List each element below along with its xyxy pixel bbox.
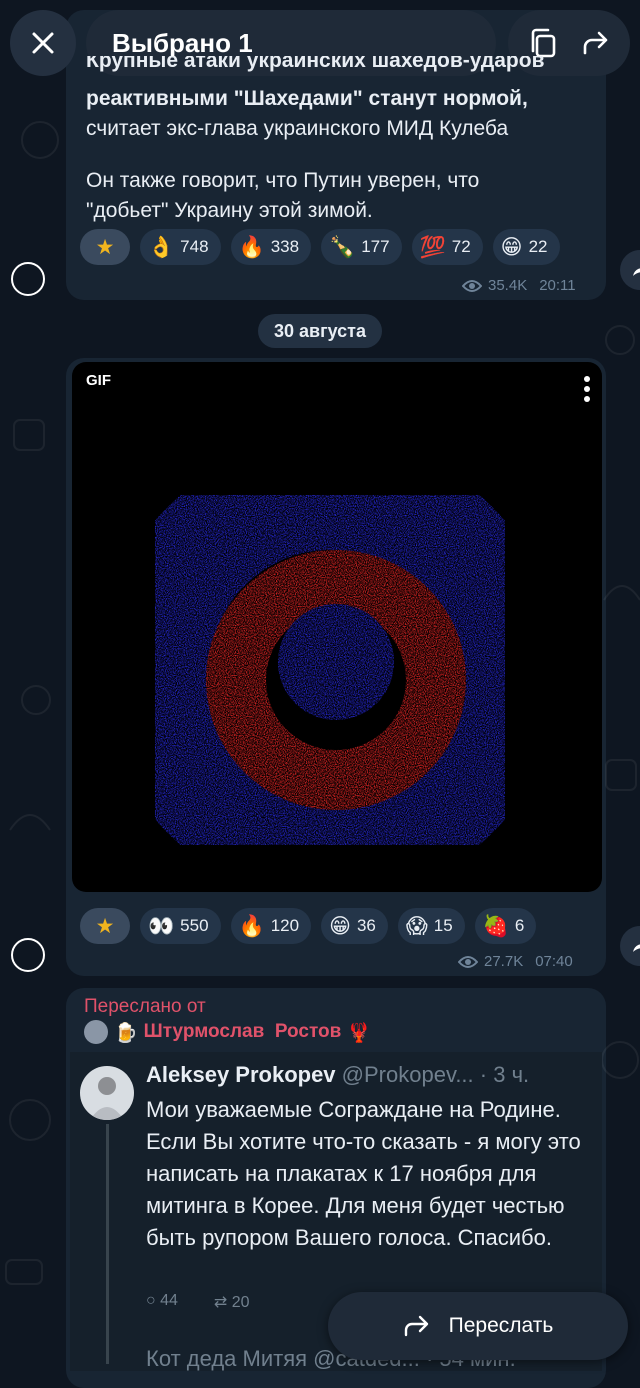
forwarded-source-name: Штурмослав Ростов (143, 1021, 342, 1042)
source-avatar (84, 1020, 108, 1044)
star-icon: ★ (95, 914, 115, 938)
reaction-chip[interactable]: 🍓 6 (474, 908, 537, 944)
forward-arrow-icon[interactable] (581, 29, 611, 57)
thread-line (106, 1124, 109, 1364)
reaction-count: 177 (361, 237, 390, 256)
close-icon (32, 32, 54, 54)
forwarded-source[interactable]: 🍺 Штурмослав Ростов 🦞 (84, 1020, 371, 1044)
post-time: 20:11 (539, 277, 576, 294)
tweet-text: Мои уважаемые Сограждане на Родине. Если… (146, 1097, 581, 1250)
reaction-count: 36 (356, 916, 376, 935)
grin-icon: 😁 (329, 914, 351, 938)
inner-blue-disc (278, 604, 394, 720)
eye-icon (458, 955, 478, 968)
reaction-chip[interactable]: 😱 15 (397, 908, 465, 944)
reaction-count: 72 (451, 237, 471, 256)
tweet-header: Aleksey Prokopev @Prokopev... · 3 ч. (146, 1062, 529, 1088)
fire-icon: 🔥 (238, 234, 265, 259)
champagne-icon: 🍾 (329, 234, 356, 259)
post-time: 07:40 (535, 953, 573, 970)
post1-text-line5: "добьет" Украину этой зимой. (86, 199, 373, 222)
forward-button-label: Переслать (448, 1314, 554, 1337)
tweet-handle: @Prokopev... (341, 1062, 474, 1087)
forwarded-label: Переслано от (84, 996, 206, 1017)
post1-text-line3: считает экс-глава украинского МИД Кулеба (86, 117, 509, 140)
reaction-chip[interactable]: 😁 22 (492, 229, 560, 265)
selected-count-label: Выбрано 1 (112, 27, 253, 58)
gif-label: GIF (86, 372, 111, 389)
copy-icon[interactable] (528, 27, 558, 59)
reaction-count: 6 (514, 916, 525, 935)
reaction-count: 15 (433, 916, 453, 935)
paid-star-reaction[interactable]: ★ (80, 908, 130, 944)
post2-meta: 27.7K 07:40 (458, 953, 573, 970)
share-arrow-icon (633, 268, 640, 276)
tweet-author-name: Aleksey Prokopev (146, 1062, 336, 1087)
select-message-circle[interactable] (11, 262, 45, 296)
reaction-chip[interactable]: 😁 36 (321, 908, 388, 944)
reply-stat: ○ 44 (146, 1292, 178, 1309)
reaction-chip[interactable]: 💯 72 (411, 229, 483, 265)
reaction-count: 120 (270, 916, 300, 935)
fire-icon: 🔥 (238, 913, 265, 938)
tweet-stats: ○ 44 ⇄ 20 (146, 1292, 250, 1312)
date-separator: 30 августа (258, 314, 382, 348)
ok-hand-icon: 👌 (148, 234, 175, 259)
grin-icon: 😁 (500, 235, 523, 259)
post1-reactions: ★ 👌 748 🔥 338 🍾 177 💯 72 😁 22 (80, 229, 560, 265)
reaction-count: 338 (270, 237, 300, 256)
reaction-chip[interactable]: 🍾 177 (321, 229, 402, 265)
forward-button[interactable]: Переслать (328, 1292, 628, 1360)
gif-target-image (100, 440, 560, 892)
eye-icon (462, 279, 482, 292)
share-arrow-icon (633, 944, 640, 952)
post1-text-cut: Крупные атаки украинских шахедов-ударов (86, 56, 545, 72)
lobster-icon: 🦞 (347, 1021, 371, 1044)
close-selection-button[interactable] (10, 10, 76, 76)
gif-media[interactable]: GIF (72, 362, 602, 892)
share-button[interactable] (620, 250, 640, 290)
tweet-author-avatar (80, 1066, 134, 1120)
post2-reactions: ★ 👀 550 🔥 120 😁 36 😱 15 🍓 6 (80, 908, 537, 944)
hundred-icon: 💯 (419, 234, 446, 259)
paid-star-reaction[interactable]: ★ (80, 229, 130, 265)
scream-icon: 😱 (405, 914, 428, 938)
reaction-count: 22 (528, 237, 548, 256)
strawberry-icon: 🍓 (482, 913, 509, 938)
star-icon: ★ (95, 235, 115, 259)
reaction-chip[interactable]: 👀 550 (140, 908, 221, 944)
reaction-chip[interactable]: 👌 748 (140, 229, 221, 265)
forward-arrow-icon (404, 1315, 428, 1337)
retweet-stat: ⇄ 20 (213, 1294, 250, 1311)
reaction-count: 748 (180, 237, 209, 256)
post1-text-line4: Он также говорит, что Путин уверен, что (86, 169, 480, 192)
reaction-chip[interactable]: 🔥 120 (230, 908, 312, 944)
share-button[interactable] (620, 926, 640, 966)
view-count: 27.7K (484, 953, 524, 970)
beer-icon: 🍺 (114, 1021, 138, 1044)
select-message-circle[interactable] (11, 938, 45, 972)
more-options-icon[interactable] (584, 376, 590, 402)
reaction-chip[interactable]: 🔥 338 (230, 229, 312, 265)
view-count: 35.4K (488, 277, 528, 294)
post1-meta: 35.4K 20:11 (462, 277, 576, 294)
eyes-icon: 👀 (148, 913, 175, 938)
tweet-age: · 3 ч. (479, 1062, 530, 1087)
reaction-count: 550 (180, 916, 209, 935)
post1-text-bold: реактивными "Шахедами" станут нормой, (86, 87, 528, 110)
